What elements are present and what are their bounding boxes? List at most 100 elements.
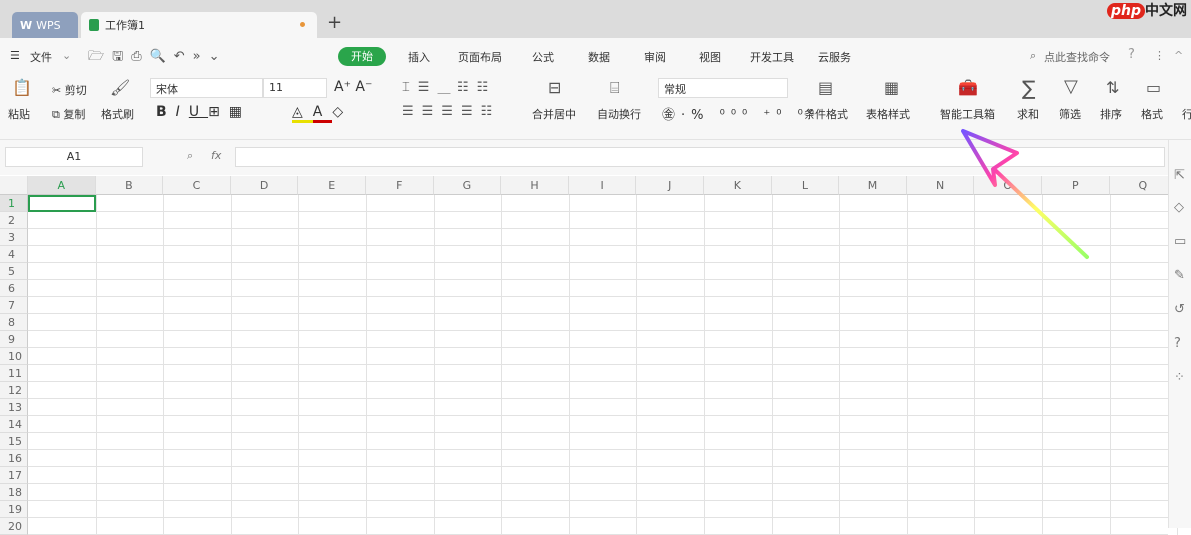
row-header[interactable]: 1 <box>0 195 28 212</box>
search-icon[interactable]: ⌕ <box>1030 49 1036 63</box>
column-header[interactable]: A <box>28 176 96 195</box>
row-header[interactable]: 18 <box>0 484 28 501</box>
chevron-down-icon[interactable]: ⌄ <box>62 49 71 62</box>
sum-button[interactable]: 求和 <box>1017 106 1039 122</box>
filter-button[interactable]: 筛选 <box>1059 106 1081 122</box>
select-all-corner[interactable] <box>0 176 28 195</box>
smart-toolbox-button[interactable]: 智能工具箱 <box>940 106 995 122</box>
column-header[interactable]: I <box>568 176 637 195</box>
row-header[interactable]: 20 <box>0 518 28 535</box>
tab-cloud[interactable]: 云服务 <box>818 49 851 65</box>
row-header[interactable]: 2 <box>0 212 28 229</box>
more-icon[interactable]: ⋮ <box>1154 49 1165 62</box>
table-style-button[interactable]: 表格样式 <box>866 106 910 122</box>
shapes-icon[interactable]: ◇ <box>1174 200 1184 215</box>
comment-icon[interactable]: ▭ <box>1174 234 1186 249</box>
tab-view[interactable]: 视图 <box>699 49 721 65</box>
row-header[interactable]: 11 <box>0 365 28 382</box>
cut-button[interactable]: ✂ 剪切 <box>52 82 87 98</box>
history-icon[interactable]: ↺ <box>1174 302 1185 317</box>
toolbox-icon[interactable]: 🧰 <box>958 78 978 97</box>
cursor-icon[interactable]: ⇱ <box>1174 168 1185 183</box>
column-header[interactable]: G <box>433 176 502 195</box>
column-header[interactable]: J <box>636 176 704 195</box>
filter-icon[interactable]: ▽ <box>1064 76 1078 97</box>
fill-font-color-icons[interactable]: ◬A◇ <box>292 104 353 123</box>
row-header[interactable]: 9 <box>0 331 28 348</box>
zoom-lookup-icon[interactable]: ⌕ <box>187 149 193 163</box>
column-header[interactable]: D <box>230 176 299 195</box>
number-format-buttons[interactable]: ㊎·% ⁰⁰⁰ ⁺⁰ ⁰⁰ <box>662 104 820 123</box>
help-circle-icon[interactable]: ? <box>1174 336 1181 351</box>
column-header[interactable]: E <box>298 176 366 195</box>
help-icon[interactable]: ? <box>1128 47 1135 62</box>
row-header[interactable]: 16 <box>0 450 28 467</box>
sum-icon[interactable]: ∑ <box>1022 76 1035 100</box>
tab-wps-home[interactable]: W WPS <box>12 12 78 38</box>
row-header[interactable]: 10 <box>0 348 28 365</box>
tab-developer[interactable]: 开发工具 <box>750 49 794 65</box>
row-header[interactable]: 7 <box>0 297 28 314</box>
horizontal-align-buttons[interactable]: ☰☰☰☰☷ <box>402 104 500 119</box>
name-box[interactable]: A1 <box>5 147 143 167</box>
row-header[interactable]: 5 <box>0 263 28 280</box>
font-style-buttons[interactable]: BIU⊞▦ <box>156 104 251 120</box>
number-format-select[interactable]: 常规 <box>658 78 788 98</box>
collapse-ribbon-icon[interactable]: ^ <box>1174 49 1183 62</box>
row-header[interactable]: 15 <box>0 433 28 450</box>
font-size-select[interactable]: 11 <box>263 78 327 98</box>
apps-icon[interactable]: ⁘ <box>1174 370 1185 385</box>
paste-icon[interactable]: 📋 <box>12 78 32 97</box>
format-icon[interactable]: ▭ <box>1146 78 1161 97</box>
row-col-button[interactable]: 行 <box>1182 106 1191 122</box>
active-cell-A1[interactable] <box>28 195 96 212</box>
tab-start[interactable]: 开始 <box>338 47 386 66</box>
row-header[interactable]: 3 <box>0 229 28 246</box>
column-header[interactable]: K <box>704 176 772 195</box>
tab-page-layout[interactable]: 页面布局 <box>458 49 502 65</box>
paste-button[interactable]: 粘贴 <box>8 106 30 122</box>
column-header[interactable]: F <box>366 176 434 195</box>
sort-icon[interactable]: ⇅ <box>1106 78 1119 97</box>
tab-workbook[interactable]: 工作簿1 <box>81 12 317 38</box>
merge-icon[interactable]: ⊟ <box>548 78 561 97</box>
quick-access-icons[interactable]: 🗁🖫⎙🔍↶»⌄ <box>88 47 228 69</box>
row-header[interactable]: 4 <box>0 246 28 263</box>
format-painter-button[interactable]: 格式刷 <box>101 106 134 122</box>
menu-file[interactable]: 文件 <box>30 49 52 65</box>
vertical-align-buttons[interactable]: ⌶☰⎽☷☷ <box>402 80 496 95</box>
row-header[interactable]: 14 <box>0 416 28 433</box>
font-name-select[interactable]: 宋体 <box>150 78 263 98</box>
column-header[interactable]: C <box>163 176 231 195</box>
new-tab-button[interactable]: + <box>327 12 342 33</box>
column-header[interactable]: L <box>771 176 840 195</box>
row-header[interactable]: 19 <box>0 501 28 518</box>
table-style-icon[interactable]: ▦ <box>884 78 899 97</box>
row-header[interactable]: 17 <box>0 467 28 484</box>
wrap-text-icon[interactable]: ⌸ <box>610 78 620 98</box>
tab-insert[interactable]: 插入 <box>408 49 430 65</box>
conditional-format-icon[interactable]: ▤ <box>818 78 833 97</box>
hamburger-icon[interactable]: ☰ <box>10 49 20 62</box>
row-header[interactable]: 13 <box>0 399 28 416</box>
row-header[interactable]: 6 <box>0 280 28 297</box>
format-painter-icon[interactable]: 🖌 <box>110 78 130 97</box>
row-header[interactable]: 8 <box>0 314 28 331</box>
sort-button[interactable]: 排序 <box>1100 106 1122 122</box>
row-header[interactable]: 12 <box>0 382 28 399</box>
column-header[interactable]: H <box>501 176 569 195</box>
font-grow-icon[interactable]: A⁺ A⁻ <box>334 79 372 95</box>
merge-center-button[interactable]: 合并居中 <box>532 106 576 122</box>
conditional-format-button[interactable]: 条件格式 <box>804 106 848 122</box>
fx-icon[interactable]: fx <box>211 149 221 162</box>
format-button[interactable]: 格式 <box>1141 106 1163 122</box>
column-header[interactable]: B <box>95 176 164 195</box>
copy-button[interactable]: ⧉ 复制 <box>52 106 85 122</box>
edit-icon[interactable]: ✎ <box>1174 268 1185 283</box>
tab-formula[interactable]: 公式 <box>532 49 554 65</box>
wrap-text-button[interactable]: 自动换行 <box>597 106 641 122</box>
command-search[interactable]: 点此查找命令 <box>1044 49 1110 65</box>
tab-review[interactable]: 审阅 <box>644 49 666 65</box>
column-header[interactable]: M <box>839 176 907 195</box>
tab-data[interactable]: 数据 <box>588 49 610 65</box>
